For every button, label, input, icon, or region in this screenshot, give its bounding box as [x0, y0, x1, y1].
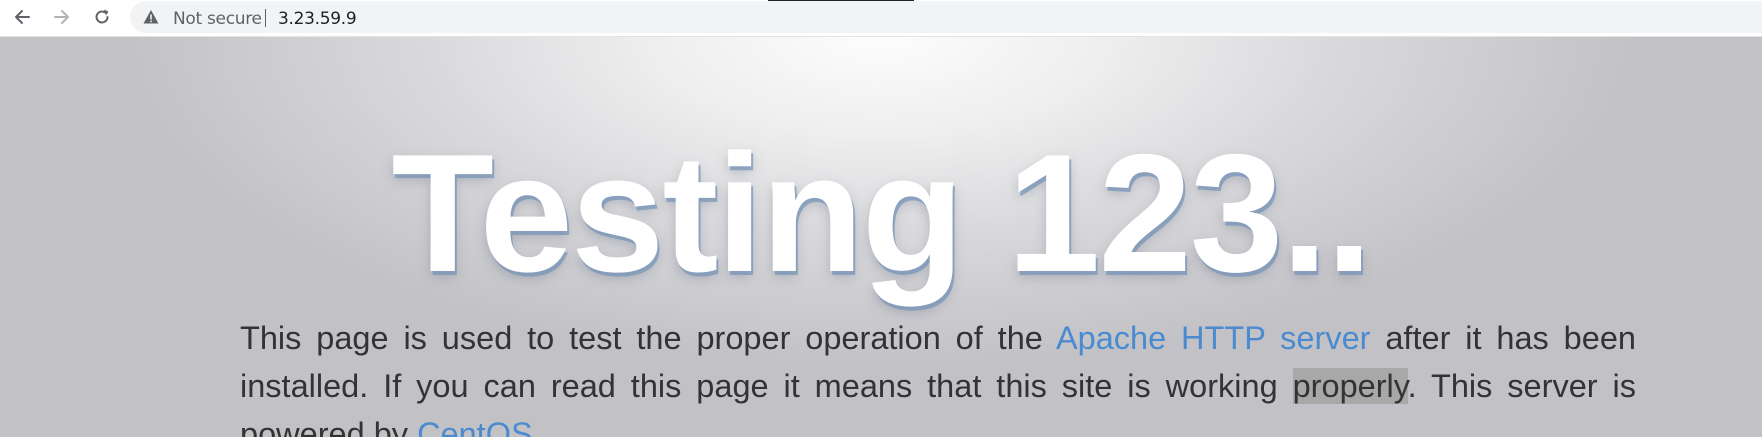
address-bar[interactable]: Not secure 3.23.59.9: [130, 1, 1762, 33]
page-content: Testing 123.. This page is used to test …: [0, 37, 1762, 437]
arrow-right-icon: [54, 10, 69, 24]
page-headline: Testing 123..: [391, 119, 1372, 307]
warning-icon[interactable]: [142, 8, 160, 26]
reload-icon: [95, 9, 109, 24]
lead-text-1: This page is used to test the proper ope…: [240, 320, 1056, 356]
back-button[interactable]: [6, 3, 38, 31]
browser-toolbar: Not secure 3.23.59.9: [0, 0, 1762, 37]
url-text[interactable]: 3.23.59.9: [278, 9, 357, 29]
omnibox-divider: [265, 9, 266, 27]
centos-link[interactable]: CentOS: [417, 416, 533, 437]
arrow-left-icon: [15, 10, 30, 24]
lead-paragraph: This page is used to test the proper ope…: [240, 314, 1636, 437]
lead-text-4: .: [532, 416, 542, 437]
forward-button[interactable]: [46, 3, 78, 31]
reload-button[interactable]: [86, 3, 118, 31]
security-status-label[interactable]: Not secure: [173, 9, 262, 29]
selected-word: properly: [1292, 368, 1408, 404]
apache-link[interactable]: Apache HTTP server: [1056, 320, 1371, 356]
